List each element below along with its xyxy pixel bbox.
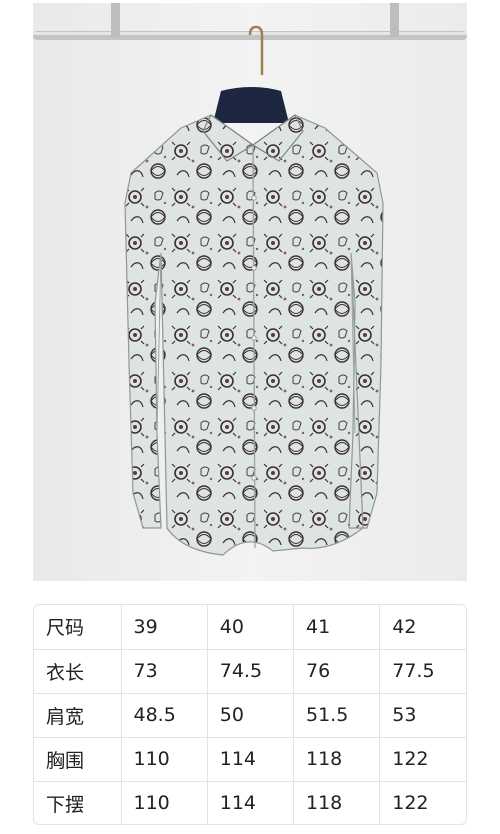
- cell-value: 77.5: [379, 649, 466, 694]
- cell-value: 122: [379, 737, 466, 782]
- hanger: [213, 87, 289, 123]
- size-row-size: 尺码 39 40 41 42: [34, 605, 466, 650]
- cell-value: 73: [121, 649, 208, 694]
- shirt-illustration: [33, 3, 467, 581]
- row-label: 胸围: [34, 737, 122, 782]
- cell-value: 118: [293, 737, 381, 782]
- cell-value: 42: [379, 605, 466, 650]
- row-label: 尺码: [34, 605, 122, 650]
- cell-value: 41: [293, 605, 381, 650]
- row-label: 肩宽: [34, 693, 122, 738]
- size-row-chest: 胸围 110 114 118 122: [34, 737, 466, 782]
- size-row-shoulder: 肩宽 48.5 50 51.5 53: [34, 693, 466, 738]
- cell-value: 118: [293, 781, 381, 824]
- cell-value: 40: [207, 605, 295, 650]
- cell-value: 39: [121, 605, 208, 650]
- cell-value: 114: [207, 781, 295, 824]
- cell-value: 53: [379, 693, 466, 738]
- size-row-hem: 下摆 110 114 118 122: [34, 781, 466, 824]
- row-label: 衣长: [34, 649, 122, 694]
- cell-value: 50: [207, 693, 295, 738]
- cell-value: 110: [121, 737, 208, 782]
- cell-value: 122: [392, 792, 429, 815]
- size-row-length: 衣长 73 74.5 76 77.5: [34, 649, 466, 694]
- product-photo: [33, 3, 467, 581]
- size-chart: 尺码 39 40 41 42 衣长 73 74.5 76 77.5 肩宽 48.…: [33, 604, 467, 825]
- cell-value: 51.5: [293, 693, 381, 738]
- cell-value: 110: [121, 781, 208, 824]
- cell-value: 76: [293, 649, 381, 694]
- cell-value: 74.5: [207, 649, 295, 694]
- cell-value: 114: [207, 737, 295, 782]
- row-label: 下摆: [34, 781, 122, 824]
- cell-value: 48.5: [121, 693, 208, 738]
